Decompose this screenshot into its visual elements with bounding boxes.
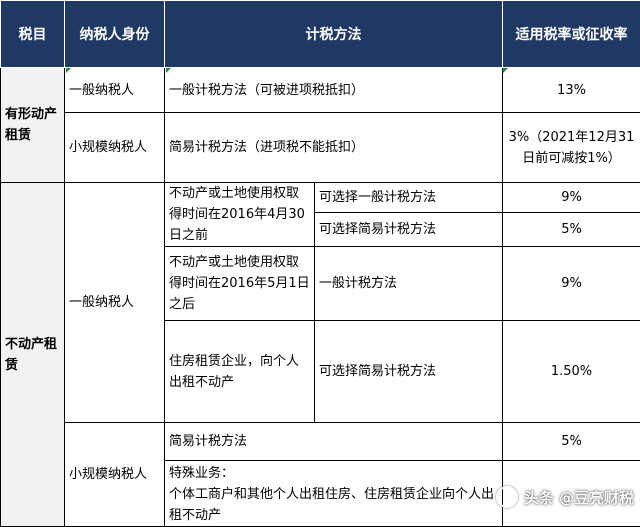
header-tax-item: 税目 xyxy=(1,1,65,68)
rate-cell: 3%（2021年12月31日前可减按1%） xyxy=(503,113,640,183)
method-cell: 可选择简易计税方法 xyxy=(315,212,503,246)
header-rate: 适用税率或征收率 xyxy=(503,1,640,68)
cell-corner-marker xyxy=(503,68,508,73)
watermark: 头条 @豆亮财税 xyxy=(496,486,634,508)
special-business-desc: 个体工商户和其他个人出租住房、住房租赁企业向个人出租不动产 xyxy=(169,484,498,526)
table-row: 小规模纳税人 简易计税方法（进项税不能抵扣） 3%（2021年12月31日前可减… xyxy=(1,113,640,183)
method-cell: 一般计税方法（可被进项税抵扣） xyxy=(165,68,503,113)
method-cell: 可选择简易计税方法 xyxy=(315,321,503,423)
taxpayer-small: 小规模纳税人 xyxy=(65,113,165,183)
tax-item-tangible: 有形动产租赁 xyxy=(1,68,65,183)
tax-rate-table: 税目 纳税人身份 计税方法 适用税率或征收率 有形动产租赁 一般纳税人 一般计税… xyxy=(0,0,640,527)
circle-logo-icon xyxy=(496,486,518,508)
method-cell: 一般计税方法 xyxy=(315,247,503,321)
special-business-cell: 特殊业务： 个体工商户和其他个人出租住房、住房租赁企业向个人出租不动产 xyxy=(165,461,503,527)
condition-cell: 不动产或土地使用权取得时间在2016年5月1日之后 xyxy=(165,247,315,321)
condition-cell: 住房租赁企业，向个人出租不动产 xyxy=(165,321,315,423)
tax-item-realestate: 不动产租赁 xyxy=(1,183,65,527)
table-row: 有形动产租赁 一般纳税人 一般计税方法（可被进项税抵扣） 13% xyxy=(1,68,640,113)
method-cell: 简易计税方法 xyxy=(165,423,503,461)
method-cell: 可选择一般计税方法 xyxy=(315,183,503,213)
header-row: 税目 纳税人身份 计税方法 适用税率或征收率 xyxy=(1,1,640,68)
cell-corner-marker xyxy=(166,68,171,73)
rate-cell: 9% xyxy=(503,183,640,213)
condition-cell: 不动产或土地使用权取得时间在2016年4月30日之前 xyxy=(165,183,315,247)
method-cell: 简易计税方法（进项税不能抵扣） xyxy=(165,113,503,183)
cell-corner-marker xyxy=(66,68,71,73)
rate-cell: 9% xyxy=(503,247,640,321)
table-row: 小规模纳税人 简易计税方法 5% xyxy=(1,423,640,461)
table-row: 不动产租赁 一般纳税人 不动产或土地使用权取得时间在2016年4月30日之前 可… xyxy=(1,183,640,213)
header-taxpayer: 纳税人身份 xyxy=(65,1,165,68)
rate-cell: 1.50% xyxy=(503,321,640,423)
taxpayer-general: 一般纳税人 xyxy=(65,68,165,113)
header-method: 计税方法 xyxy=(165,1,503,68)
rate-cell: 5% xyxy=(503,423,640,461)
rate-cell: 5% xyxy=(503,212,640,246)
watermark-text: 头条 @豆亮财税 xyxy=(524,487,634,508)
taxpayer-general: 一般纳税人 xyxy=(65,183,165,423)
rate-cell: 13% xyxy=(503,68,640,113)
special-business-title: 特殊业务： xyxy=(169,463,498,484)
taxpayer-small: 小规模纳税人 xyxy=(65,423,165,527)
